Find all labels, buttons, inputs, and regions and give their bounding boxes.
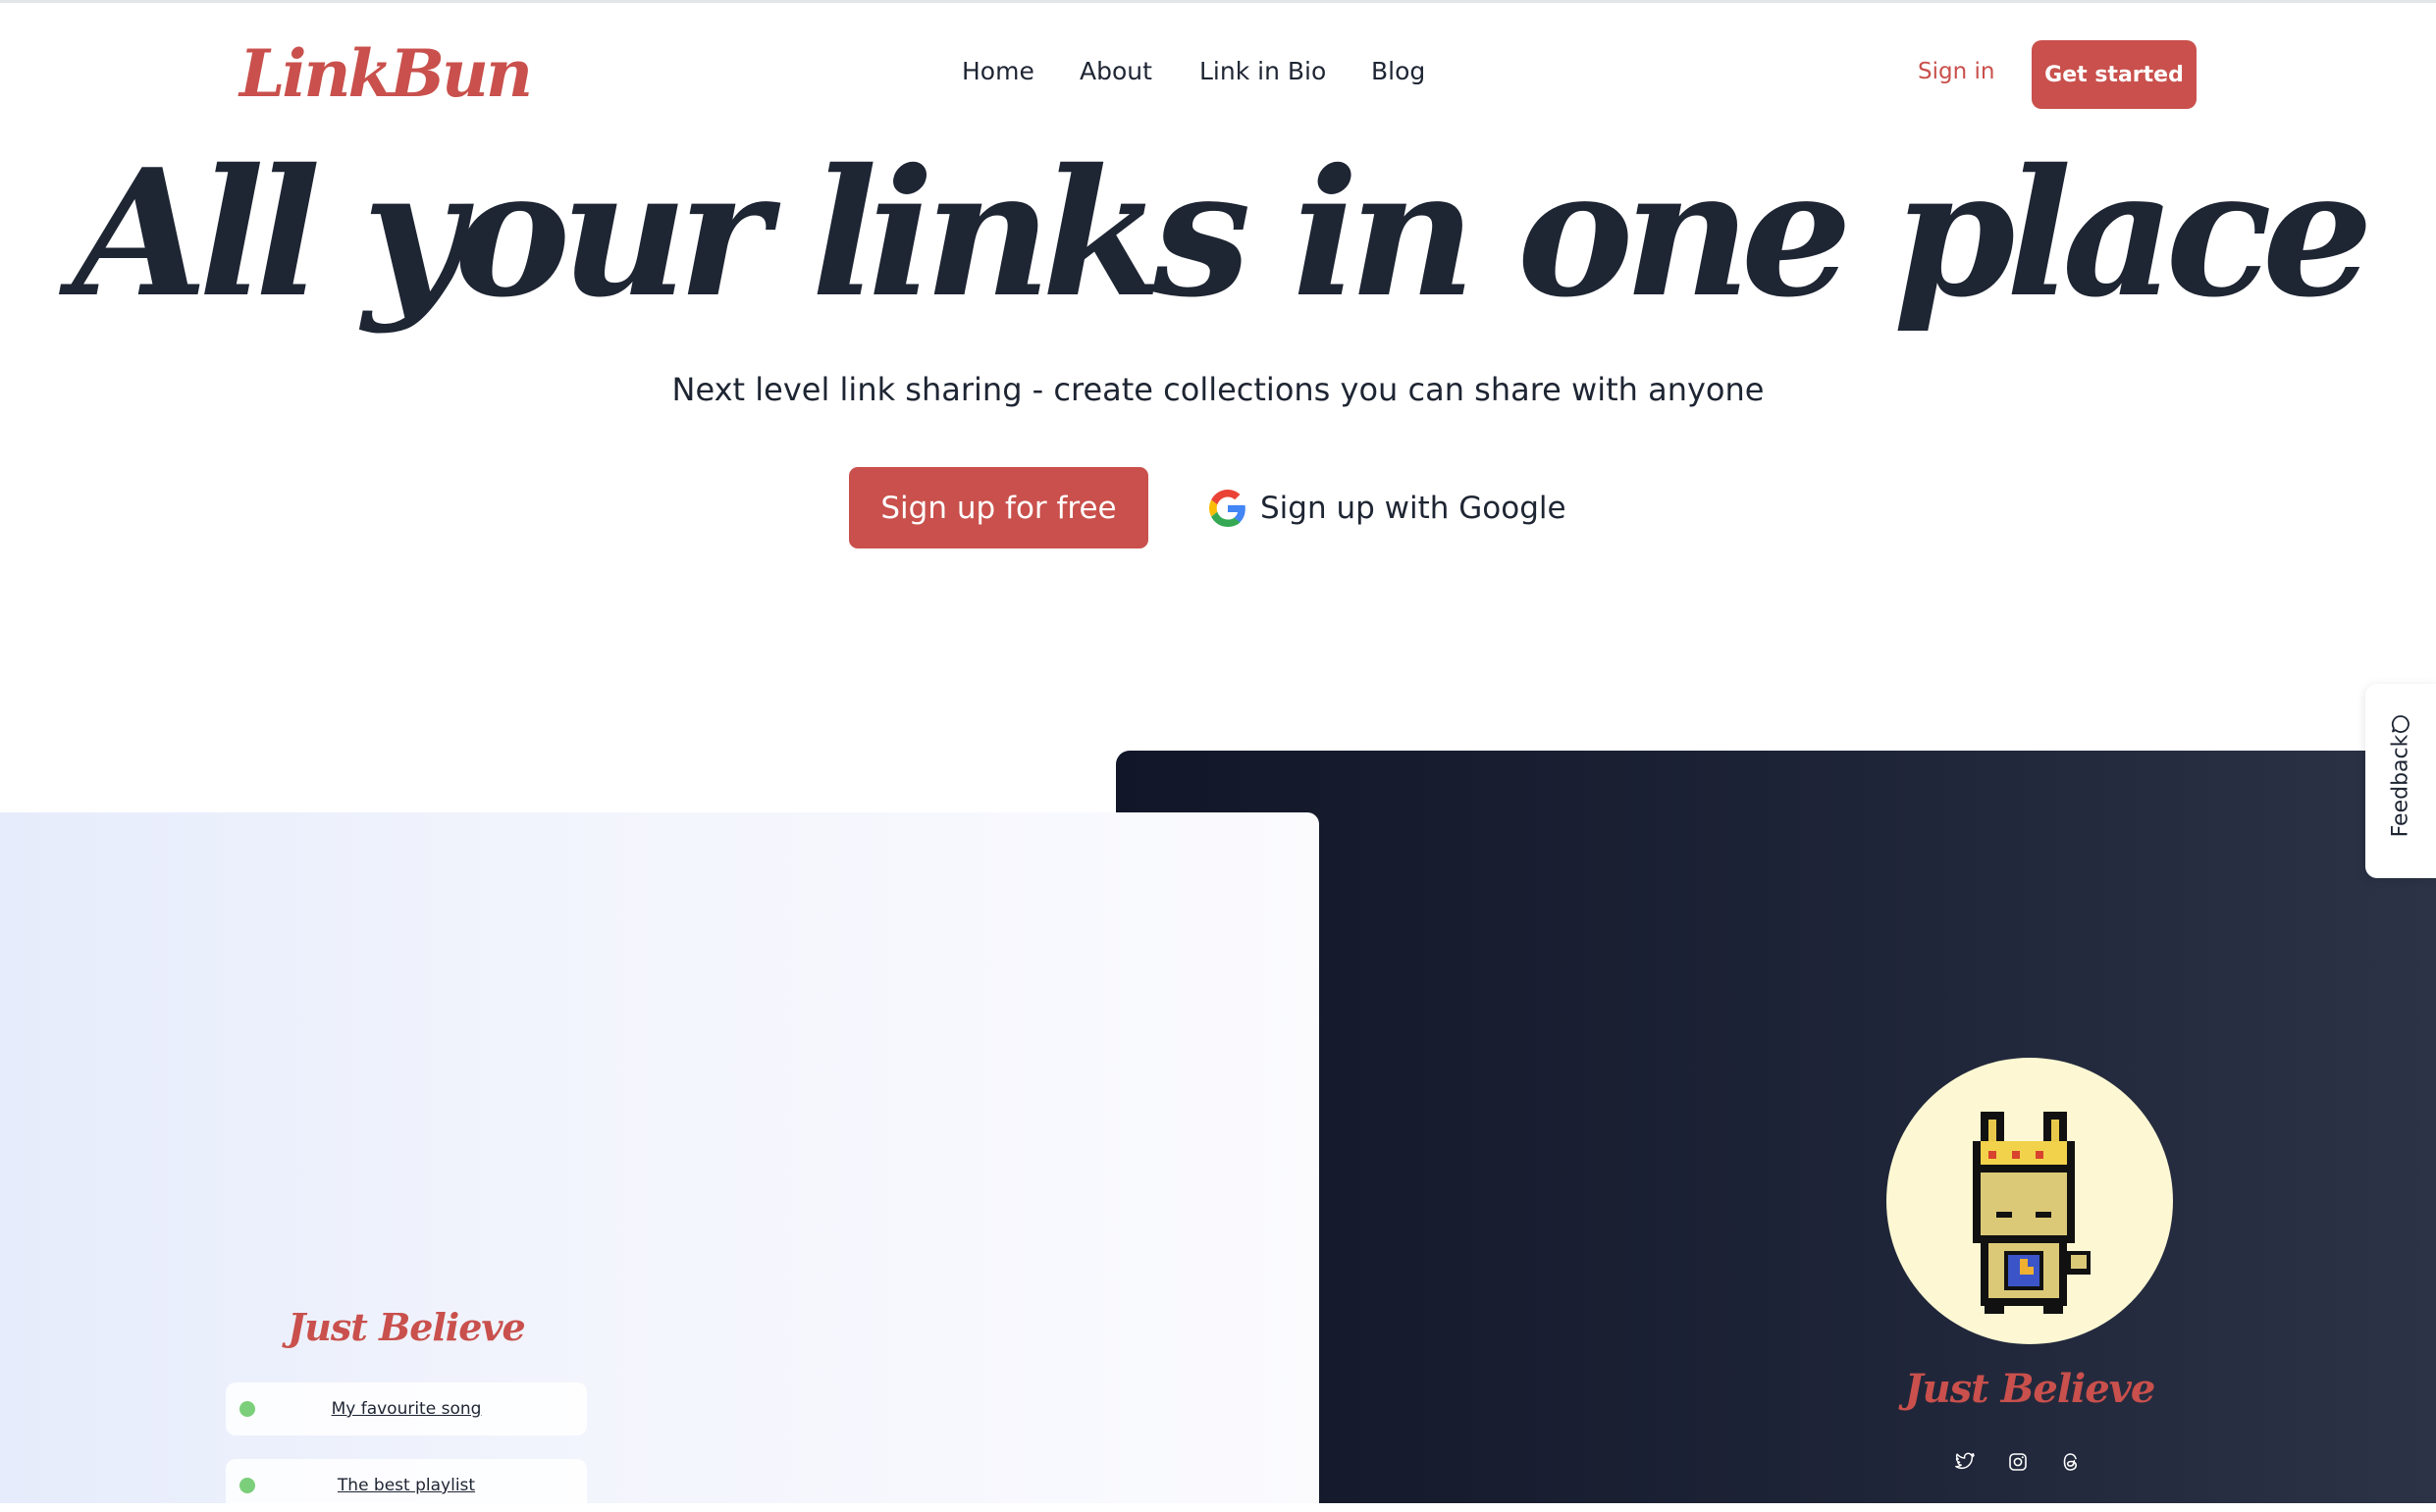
link-item[interactable]: My favourite song — [226, 1382, 587, 1435]
pixel-rabbit-king-icon — [1973, 1112, 2091, 1314]
instagram-icon[interactable] — [2004, 1448, 2032, 1476]
chat-bubble-icon — [2391, 715, 2410, 733]
sign-up-google-label: Sign up with Google — [1260, 491, 1566, 526]
spotify-icon — [239, 1478, 255, 1493]
nav-blog[interactable]: Blog — [1371, 57, 1425, 85]
link-item-label: The best playlist — [337, 1476, 476, 1495]
nav-link-in-bio[interactable]: Link in Bio — [1199, 57, 1326, 85]
nav-home[interactable]: Home — [962, 57, 1034, 85]
get-started-button[interactable]: Get started — [2032, 40, 2197, 109]
light-preview-panel — [0, 812, 1319, 1503]
link-item[interactable]: The best playlist — [226, 1459, 587, 1512]
twitter-icon[interactable] — [1951, 1448, 1979, 1476]
top-border — [0, 0, 2436, 3]
feedback-tab[interactable]: Feedback — [2365, 684, 2436, 878]
hero-subtitle: Next level link sharing - create collect… — [671, 371, 1765, 408]
sign-up-free-button[interactable]: Sign up for free — [849, 467, 1148, 548]
feedback-label: Feedback — [2388, 734, 2413, 838]
avatar — [1886, 1058, 2173, 1344]
light-preview-title: Just Believe — [288, 1305, 525, 1349]
social-links — [1951, 1448, 2108, 1476]
nav-about[interactable]: About — [1080, 57, 1152, 85]
google-icon — [1209, 490, 1245, 527]
sign-up-google-button[interactable]: Sign up with Google — [1209, 481, 1566, 536]
dark-preview-title: Just Believe — [1904, 1366, 2156, 1412]
hero-title: All your links in one place — [72, 130, 2373, 336]
spotify-icon — [239, 1401, 255, 1417]
link-item-label: My favourite song — [331, 1399, 482, 1419]
sign-in-link[interactable]: Sign in — [1918, 59, 1994, 84]
threads-icon[interactable] — [2057, 1448, 2085, 1476]
